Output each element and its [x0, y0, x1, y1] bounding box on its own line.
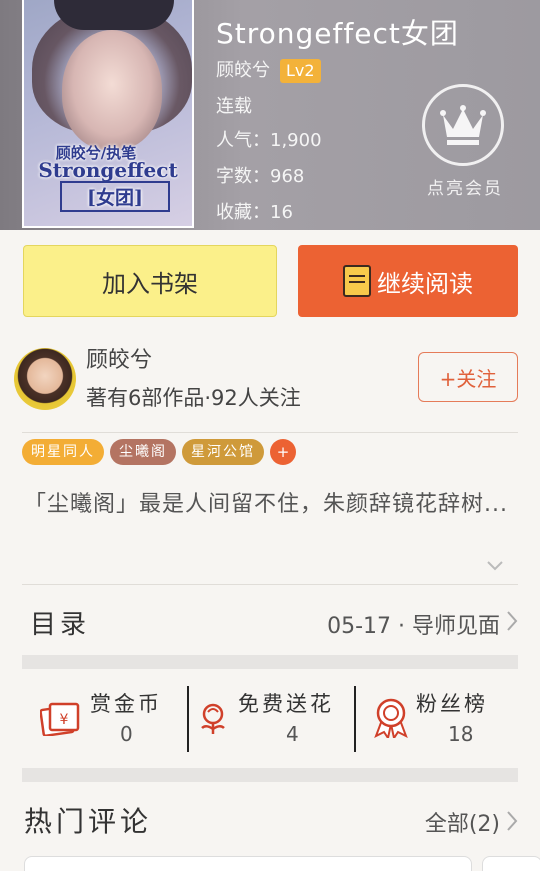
- tag-item[interactable]: 尘曦阁: [110, 439, 176, 465]
- send-flowers-label: 免费送花: [238, 692, 334, 716]
- book-favorites: 收藏：16: [216, 202, 293, 223]
- vip-label[interactable]: 点亮会员: [418, 174, 512, 199]
- ribbon-medal-icon: [374, 698, 408, 738]
- chevron-right-icon[interactable]: [506, 810, 518, 832]
- book-author-line: 顾皎兮 Lv2: [216, 56, 321, 83]
- catalog-label: 目录: [30, 610, 91, 640]
- book-title: Strongeffect女团: [216, 17, 459, 50]
- book-detail-page: 顾皎兮/执笔 Strongeffect [女团] Strongeffect女团 …: [0, 0, 540, 871]
- fan-ranking-button[interactable]: 粉丝榜 18: [358, 684, 518, 754]
- reward-bar: ¥ 赏金币 0 免费送花 4 粉丝榜 18: [22, 684, 518, 754]
- hot-comments-title: 热门评论: [24, 805, 153, 838]
- divider: [187, 686, 189, 752]
- book-word-count: 字数：968: [216, 166, 305, 187]
- divider: [22, 432, 518, 433]
- crown-icon: [440, 105, 486, 145]
- author-name[interactable]: 顾皎兮: [86, 342, 152, 374]
- section-gap: [22, 655, 518, 669]
- author-stats: 著有6部作品·92人关注: [86, 386, 301, 410]
- book-header: 顾皎兮/执笔 Strongeffect [女团] Strongeffect女团 …: [0, 0, 540, 230]
- send-flowers-value: 4: [286, 722, 299, 746]
- tag-item[interactable]: 星河公馆: [182, 439, 264, 465]
- chevron-down-icon[interactable]: [486, 560, 504, 572]
- send-flowers-button[interactable]: 免费送花 4: [190, 684, 354, 754]
- book-cover[interactable]: 顾皎兮/执笔 Strongeffect [女团]: [22, 0, 194, 228]
- chevron-right-icon: [507, 611, 518, 631]
- hot-comments-header: 热门评论 全部(2): [0, 792, 540, 852]
- cover-text-title: Strongeffect: [38, 158, 178, 182]
- flower-icon: [201, 703, 225, 734]
- catalog-row[interactable]: 目录 05-17 · 导师见面: [0, 588, 540, 654]
- comment-card[interactable]: [482, 856, 540, 871]
- more-tags-button[interactable]: +: [270, 439, 296, 465]
- add-to-shelf-label: 加入书架: [102, 269, 198, 298]
- cover-text-subtitle: [女团]: [60, 181, 170, 212]
- add-to-shelf-button[interactable]: 加入书架: [23, 245, 277, 317]
- continue-reading-label: 继续阅读: [377, 269, 473, 298]
- fan-ranking-label: 粉丝榜: [416, 692, 488, 716]
- all-comments-link[interactable]: 全部(2): [425, 806, 500, 838]
- author-avatar[interactable]: [14, 348, 76, 410]
- level-badge: Lv2: [280, 59, 321, 83]
- tag-list: 明星同人 尘曦阁 星河公馆 +: [22, 439, 296, 465]
- latest-chapter: 05-17 · 导师见面: [327, 614, 500, 639]
- comment-card[interactable]: [24, 856, 472, 871]
- reward-coins-value: 0: [120, 722, 133, 746]
- divider: [354, 686, 356, 752]
- follow-button[interactable]: +关注: [418, 352, 518, 402]
- book-author[interactable]: 顾皎兮: [216, 60, 270, 81]
- fan-ranking-value: 18: [448, 722, 474, 746]
- book-intro[interactable]: 「尘曦阁」最是人间留不住，朱颜辞镜花辞树...: [24, 488, 520, 522]
- svg-text:¥: ¥: [60, 712, 69, 728]
- coin-envelope-icon: ¥: [40, 702, 80, 736]
- tag-item[interactable]: 明星同人: [22, 439, 104, 465]
- book-icon: [343, 265, 371, 297]
- book-status: 连载: [216, 96, 252, 117]
- continue-reading-button[interactable]: 继续阅读: [298, 245, 518, 317]
- author-card[interactable]: 顾皎兮 著有6部作品·92人关注 +关注: [0, 332, 540, 432]
- vip-button[interactable]: [422, 84, 504, 166]
- book-popularity: 人气：1,900: [216, 130, 322, 151]
- divider: [22, 584, 518, 585]
- section-gap: [22, 768, 518, 782]
- reward-coins-label: 赏金币: [90, 692, 162, 716]
- reward-coins-button[interactable]: ¥ 赏金币 0: [22, 684, 186, 754]
